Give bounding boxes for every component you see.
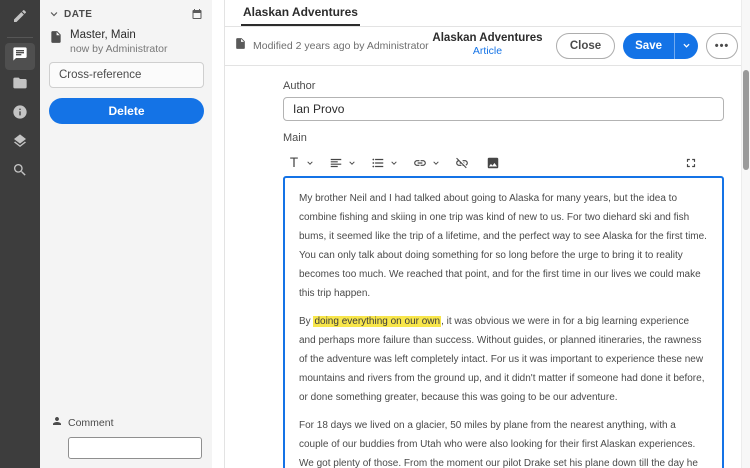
layers-panel-button[interactable] [5, 130, 35, 157]
alignment-dropdown[interactable] [327, 153, 356, 173]
close-button[interactable]: Close [556, 33, 615, 59]
chevron-down-icon [432, 154, 440, 172]
document-header: Modified 2 years ago by Administrator Al… [225, 27, 750, 66]
left-rail [0, 0, 40, 468]
save-dropdown-button[interactable] [675, 33, 698, 59]
list-dropdown[interactable] [369, 153, 398, 173]
comment-label: Comment [68, 417, 114, 429]
annotation-type-field: Cross-reference [49, 62, 204, 88]
chevron-down-icon [348, 154, 356, 172]
sort-descending-icon[interactable] [49, 9, 59, 19]
bullet-list-icon [369, 153, 387, 173]
modified-status: Modified 2 years ago by Administrator [253, 40, 429, 52]
info-panel-button[interactable] [5, 101, 35, 128]
edit-icon [12, 8, 28, 29]
save-split-button: Save [623, 33, 698, 59]
document-icon [49, 29, 63, 49]
rail-divider [7, 37, 33, 38]
comment-section: Comment [40, 408, 212, 468]
user-icon [51, 414, 63, 432]
folder-icon [12, 75, 28, 96]
main-content: Alaskan Adventures Modified 2 years ago … [224, 0, 750, 468]
text-style-dropdown[interactable]: T [285, 153, 314, 173]
text-style-icon: T [285, 153, 303, 173]
author-label: Author [283, 80, 724, 92]
annotations-panel: DATE Master, Main now by Administrator C… [40, 0, 212, 468]
rich-text-toolbar: T [283, 149, 724, 176]
version-title: Master, Main [70, 29, 167, 41]
find-panel-button[interactable] [5, 159, 35, 186]
search-icon [12, 162, 28, 183]
main-field-group: Main T [283, 132, 724, 468]
edit-mode-button[interactable] [5, 5, 35, 32]
paragraph: My brother Neil and I had talked about g… [299, 189, 708, 303]
link-dropdown[interactable] [411, 153, 440, 173]
paragraph: For 18 days we lived on a glacier, 50 mi… [299, 416, 708, 468]
fullscreen-icon [682, 153, 700, 173]
assets-panel-button[interactable] [5, 72, 35, 99]
image-icon [484, 153, 502, 173]
save-button[interactable]: Save [623, 33, 675, 59]
fullscreen-button[interactable] [682, 153, 700, 173]
panel-header: DATE [40, 0, 212, 24]
more-actions-button[interactable]: ••• [706, 33, 738, 59]
form-area: Author Main T [225, 66, 750, 468]
unlink-button[interactable] [453, 153, 471, 173]
document-icon [234, 37, 247, 55]
insert-image-button[interactable] [484, 153, 502, 173]
link-icon [411, 153, 429, 173]
align-left-icon [327, 153, 345, 173]
highlighted-text[interactable]: doing everything on our own [313, 316, 441, 327]
tab-bar: Alaskan Adventures [225, 0, 750, 27]
rich-text-editor[interactable]: My brother Neil and I had talked about g… [283, 176, 724, 468]
vertical-scrollbar[interactable] [741, 0, 750, 468]
comments-panel-button[interactable] [5, 43, 35, 70]
unlink-icon [453, 153, 471, 173]
chevron-down-icon [306, 154, 314, 172]
scrollbar-thumb[interactable] [743, 70, 749, 170]
author-field-group: Author [283, 80, 724, 121]
version-list-item[interactable]: Master, Main now by Administrator [40, 24, 212, 61]
layers-icon [12, 133, 28, 154]
content-type-link[interactable]: Article [432, 45, 542, 57]
version-meta: now by Administrator [70, 43, 167, 55]
info-icon [12, 104, 28, 125]
tab-alaskan-adventures[interactable]: Alaskan Adventures [241, 5, 360, 26]
main-label: Main [283, 132, 724, 144]
panel-header-label: DATE [64, 9, 92, 20]
page-title: Alaskan Adventures [432, 32, 542, 44]
author-input[interactable] [283, 97, 724, 121]
calendar-icon[interactable] [191, 8, 203, 20]
comment-input[interactable] [68, 437, 202, 459]
chevron-down-icon [682, 37, 691, 55]
app-window: DATE Master, Main now by Administrator C… [0, 0, 750, 468]
delete-button[interactable]: Delete [49, 98, 204, 124]
comment-icon [12, 46, 28, 67]
paragraph: By doing everything on our own, it was o… [299, 312, 708, 407]
chevron-down-icon [390, 154, 398, 172]
